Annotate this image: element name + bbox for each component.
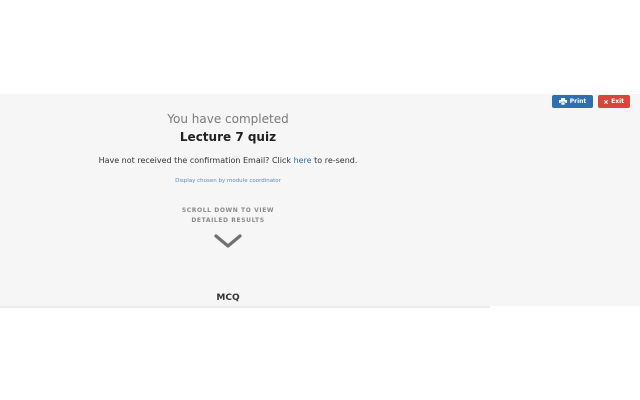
confirmation-message: Have not received the confirmation Email… — [98, 156, 358, 165]
section-label-mcq: MCQ — [216, 293, 240, 303]
exit-label: Exit — [611, 98, 624, 105]
scroll-hint-line-2: DETAILED RESULTS — [191, 217, 265, 224]
close-icon — [604, 99, 608, 104]
exit-button[interactable]: Exit — [598, 95, 630, 108]
printer-icon — [558, 98, 567, 105]
top-toolbar: Print Exit — [552, 95, 630, 108]
quiz-title: Lecture 7 quiz — [179, 130, 277, 144]
panel-divider — [0, 306, 490, 308]
display-note: Display chosen by module coordinator — [175, 178, 281, 184]
scroll-hint: SCROLL DOWN TO VIEW DETAILED RESULTS — [98, 206, 358, 226]
confirm-suffix: to re-send. — [311, 156, 358, 165]
chevron-down-icon[interactable] — [213, 233, 243, 249]
confirm-prefix: Have not received the confirmation Email… — [98, 156, 294, 165]
resend-link[interactable]: here — [294, 156, 312, 165]
print-button[interactable]: Print — [552, 95, 593, 108]
scroll-hint-line-1: SCROLL DOWN TO VIEW — [181, 207, 275, 214]
print-label: Print — [569, 98, 587, 105]
completed-heading: You have completed — [167, 112, 289, 126]
